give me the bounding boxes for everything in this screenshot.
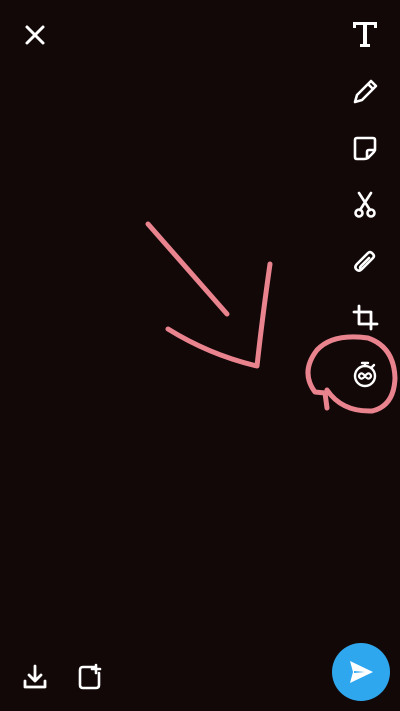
- download-icon: [23, 664, 47, 689]
- sticker-tool-button[interactable]: [345, 128, 385, 168]
- timer-infinity-icon: [353, 361, 377, 388]
- send-button[interactable]: [332, 643, 390, 701]
- send-icon: [350, 661, 373, 683]
- pencil-icon: [353, 79, 378, 104]
- paperclip-icon: [354, 250, 376, 272]
- crop-icon: [352, 304, 379, 331]
- timer-tool-button[interactable]: [345, 355, 385, 395]
- close-icon: [25, 25, 45, 45]
- text-tool-icon: [353, 22, 377, 47]
- sticker-icon: [353, 136, 377, 161]
- pencil-tool-button[interactable]: [345, 72, 385, 112]
- scissors-tool-button[interactable]: [345, 185, 385, 225]
- add-story-icon: [78, 663, 102, 690]
- download-button[interactable]: [15, 657, 55, 697]
- crop-tool-button[interactable]: [345, 298, 385, 338]
- add-to-story-button[interactable]: [70, 657, 110, 697]
- snap-preview-canvas: [0, 0, 400, 711]
- close-button[interactable]: [15, 15, 55, 55]
- attachment-tool-button[interactable]: [345, 243, 385, 283]
- drawn-annotation: [145, 221, 398, 414]
- text-tool-button[interactable]: [345, 14, 385, 54]
- scissors-icon: [354, 191, 376, 218]
